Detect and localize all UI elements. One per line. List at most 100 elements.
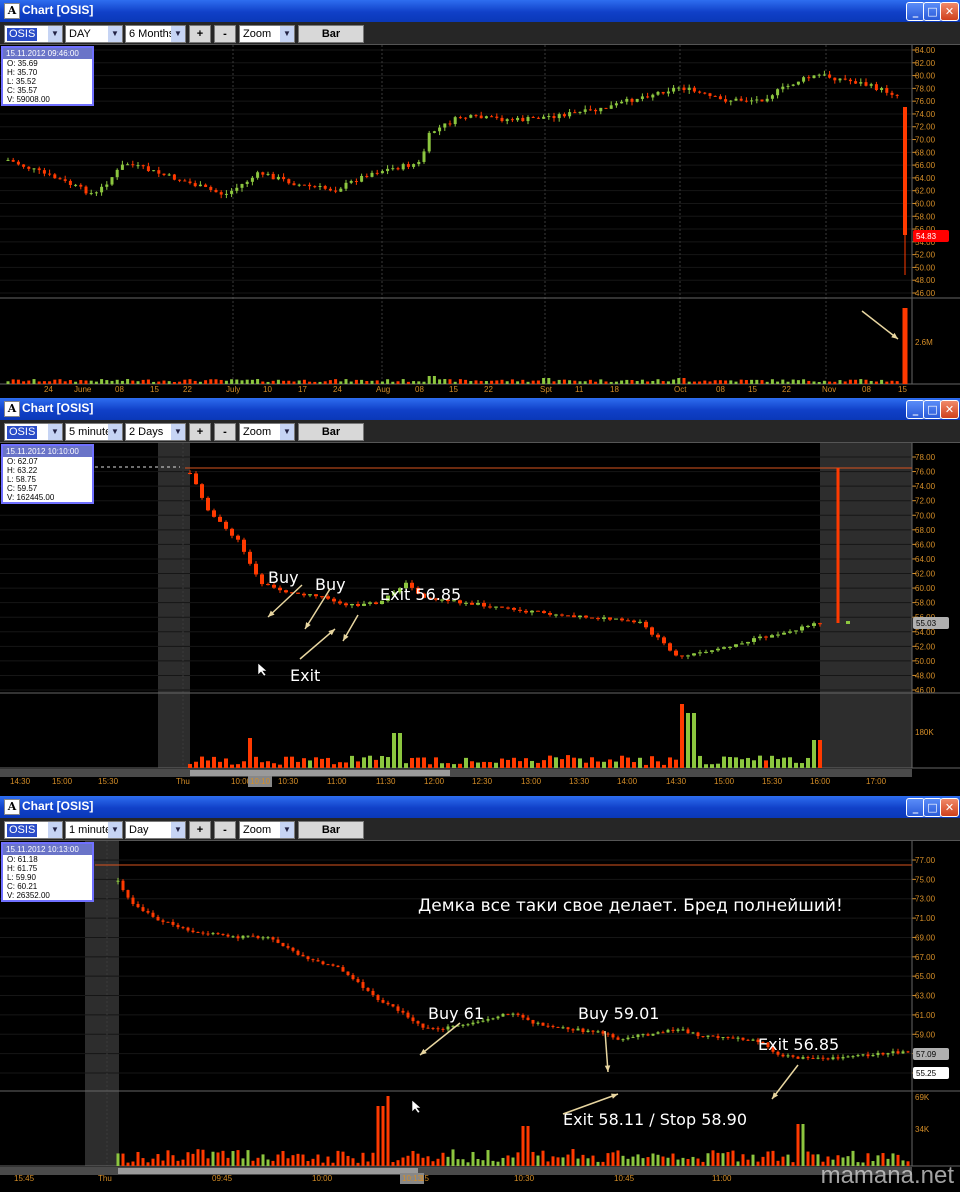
zoom-out-button[interactable]: - xyxy=(214,25,236,43)
candle-body xyxy=(764,636,768,638)
volume-bar xyxy=(271,380,275,384)
volume-bar xyxy=(561,1157,565,1166)
candle-body xyxy=(656,1032,660,1034)
after-hours-shade xyxy=(820,443,912,768)
volume-bar xyxy=(801,1124,805,1166)
range-select[interactable]: 2 Days ▼ xyxy=(125,423,186,441)
zoom-select[interactable]: Zoom ▼ xyxy=(239,423,295,441)
price-chart[interactable]: 78.00 76.00 74.00 72.00 70.00 68.00 66.00 64.00… xyxy=(0,443,960,796)
volume-bar xyxy=(526,381,530,384)
candle-body xyxy=(240,184,244,188)
range-select[interactable]: Day ▼ xyxy=(125,821,186,839)
time-axis-label: 10:45 xyxy=(614,1174,635,1183)
symbol-select[interactable]: OSIS ▼ xyxy=(4,25,63,43)
candle-body xyxy=(121,880,125,891)
volume-bar xyxy=(599,379,603,384)
volume-bar xyxy=(146,379,150,384)
volume-bar xyxy=(666,381,670,384)
volume-bar xyxy=(611,1152,615,1166)
candle-body xyxy=(721,1037,725,1039)
candle-body xyxy=(411,1017,415,1022)
chevron-down-icon: ▼ xyxy=(108,26,122,42)
volume-bar xyxy=(183,379,187,384)
volume-bar xyxy=(245,379,249,384)
interval-select[interactable]: DAY ▼ xyxy=(65,25,123,43)
candle-body xyxy=(308,184,312,187)
volume-bar xyxy=(786,1154,790,1166)
candle-body xyxy=(524,610,528,613)
candle-body xyxy=(716,1036,720,1038)
price-tick-label: 74.00 xyxy=(915,482,936,491)
volume-bar xyxy=(323,381,327,384)
zoom-select[interactable]: Zoom ▼ xyxy=(239,821,295,839)
zoom-in-button[interactable]: + xyxy=(189,821,211,839)
candle-body xyxy=(676,1029,680,1031)
symbol-select[interactable]: OSIS ▼ xyxy=(4,821,63,839)
candle-body xyxy=(376,995,380,1001)
candle-body xyxy=(141,907,145,911)
candle-body xyxy=(701,1036,705,1038)
symbol-select[interactable]: OSIS ▼ xyxy=(4,423,63,441)
title-bar[interactable]: A Chart [OSIS] _ □ ✕ xyxy=(0,0,960,22)
zoom-out-button[interactable]: - xyxy=(214,821,236,839)
close-icon[interactable]: ✕ xyxy=(940,2,959,21)
bar-style-button[interactable]: Bar xyxy=(298,821,364,839)
candle-body xyxy=(401,1010,405,1013)
title-bar[interactable]: A Chart [OSIS] _ □ ✕ xyxy=(0,796,960,818)
interval-select[interactable]: 1 minute ▼ xyxy=(65,821,123,839)
zoom-out-button[interactable]: - xyxy=(214,423,236,441)
candle-body xyxy=(706,1035,710,1037)
candle-body xyxy=(470,602,474,605)
volume-bar xyxy=(776,1160,780,1166)
close-icon[interactable]: ✕ xyxy=(940,798,959,817)
candle-body xyxy=(782,632,786,635)
candle-body xyxy=(831,1057,835,1060)
candle-body xyxy=(698,652,702,654)
candle-body xyxy=(625,98,629,102)
candle-body xyxy=(728,646,732,648)
time-axis-label: 08 xyxy=(862,385,871,394)
volume-bar xyxy=(806,1151,810,1166)
price-tick-label: 74.00 xyxy=(915,110,936,119)
volume-bar xyxy=(326,1156,330,1166)
time-axis-label: 15 xyxy=(748,385,757,394)
volume-bar xyxy=(770,379,774,384)
title-bar[interactable]: A Chart [OSIS] _ □ ✕ xyxy=(0,398,960,420)
candle-body xyxy=(841,1057,845,1059)
interval-select[interactable]: 5 minutes ▼ xyxy=(65,423,123,441)
bar-style-button[interactable]: Bar xyxy=(298,423,364,441)
candle-body xyxy=(446,1026,450,1030)
candle-body xyxy=(626,620,630,622)
chart-background xyxy=(0,45,960,398)
candle-body xyxy=(79,184,83,187)
volume-bar xyxy=(816,1154,820,1166)
volume-bar xyxy=(536,762,540,768)
app-icon: A xyxy=(4,799,20,815)
volume-bar xyxy=(698,381,702,384)
bar-style-button[interactable]: Bar xyxy=(298,25,364,43)
volume-bar xyxy=(794,762,798,768)
range-select[interactable]: 6 Months ▼ xyxy=(125,25,186,43)
price-chart[interactable]: 84.00 82.00 80.00 78.00 76.00 74.00 72.00 70.00… xyxy=(0,45,960,398)
candle-body xyxy=(731,1037,735,1039)
zoom-in-button[interactable]: + xyxy=(189,25,211,43)
close-icon[interactable]: ✕ xyxy=(940,400,959,419)
candle-body xyxy=(320,596,324,598)
candle-body xyxy=(321,961,325,965)
volume-bar xyxy=(392,733,396,768)
info-close: C: 35.57 xyxy=(7,86,38,95)
zoom-in-button[interactable]: + xyxy=(189,423,211,441)
candle-body xyxy=(344,603,348,606)
volume-bar xyxy=(206,1158,210,1166)
zoom-select[interactable]: Zoom ▼ xyxy=(239,25,295,43)
volume-bar xyxy=(380,381,384,384)
candle-body xyxy=(696,1032,700,1037)
candle-body xyxy=(401,164,405,170)
volume-bar xyxy=(692,381,696,384)
price-chart[interactable]: 77.00 75.00 73.00 71.00 69.00 67.00 65.00 63.00… xyxy=(0,841,960,1192)
candle-body xyxy=(621,1039,625,1041)
volume-bar xyxy=(396,381,400,384)
volume-bar xyxy=(471,1151,475,1166)
candle-body xyxy=(807,77,811,79)
candle-body xyxy=(557,114,561,119)
